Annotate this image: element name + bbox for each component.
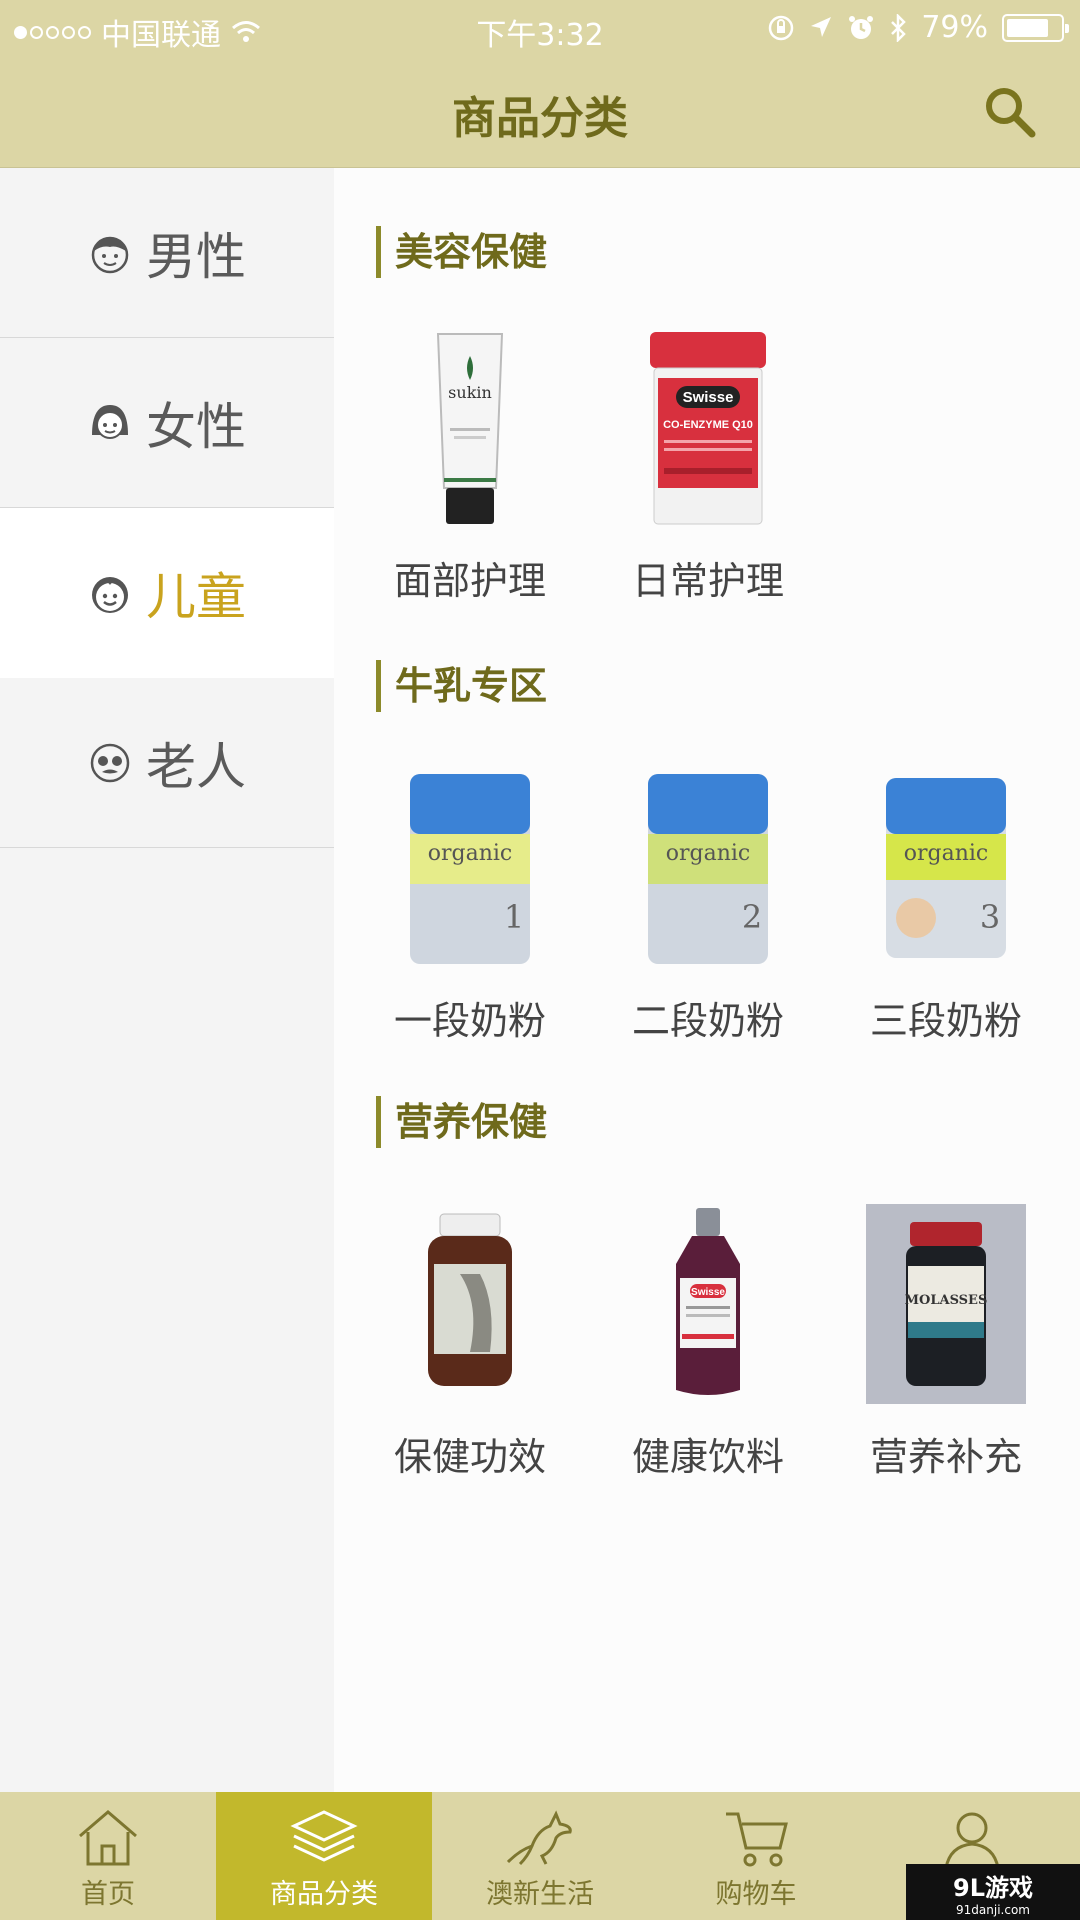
battery-icon bbox=[1002, 13, 1069, 42]
category-content: 美容保健 sukin 面部护理 Swisse CO-ENZYME Q10 日常护… bbox=[334, 168, 1080, 1792]
category-tile-label: 三段奶粉 bbox=[869, 999, 1022, 1043]
stage-number-text: 2 bbox=[742, 898, 762, 936]
layers-icon bbox=[290, 1810, 358, 1862]
category-tile-label: 二段奶粉 bbox=[631, 999, 784, 1043]
stage-number-text: 1 bbox=[504, 898, 524, 936]
search-icon[interactable] bbox=[980, 82, 1040, 142]
category-tile-label: 健康饮料 bbox=[631, 1435, 784, 1479]
kangaroo-icon bbox=[506, 1810, 572, 1866]
user-icon bbox=[944, 1812, 1000, 1869]
tab-label: 澳新生活 bbox=[486, 1879, 594, 1910]
cart-icon bbox=[726, 1812, 788, 1867]
home-icon bbox=[79, 1810, 137, 1866]
alarm-icon bbox=[849, 15, 874, 39]
product-brand-text: organic bbox=[666, 841, 751, 866]
product-name-text: CO-ENZYME Q10 bbox=[663, 419, 753, 431]
sidebar-item-female[interactable]: 女性 bbox=[0, 338, 334, 508]
category-tile-health-drink[interactable]: Swisse 健康饮料 bbox=[608, 1204, 808, 1481]
section-title-nutrition: 营养保健 bbox=[376, 1096, 547, 1148]
facial-scrub-image: sukin bbox=[370, 328, 570, 528]
product-brand-text: Swisse bbox=[683, 389, 734, 406]
category-tile-daily-care[interactable]: Swisse CO-ENZYME Q10 日常护理 bbox=[608, 328, 808, 605]
sidebar-item-label: 儿童 bbox=[146, 567, 246, 626]
sidebar-item-label: 男性 bbox=[146, 227, 246, 286]
tab-label: 首页 bbox=[81, 1879, 135, 1910]
tab-label: 商品分类 bbox=[270, 1879, 378, 1910]
category-tile-label: 营养补充 bbox=[869, 1435, 1022, 1479]
sidebar-item-label: 女性 bbox=[146, 397, 246, 456]
category-tile-label: 保健功效 bbox=[393, 1435, 546, 1479]
category-tile-label: 面部护理 bbox=[393, 559, 546, 603]
tab-home[interactable]: 首页 bbox=[0, 1792, 216, 1920]
woman-face-icon bbox=[92, 404, 128, 439]
elder-face-icon bbox=[90, 743, 130, 782]
product-brand-text: Swisse bbox=[691, 1287, 725, 1298]
sidebar-item-male[interactable]: 男性 bbox=[0, 168, 334, 338]
sidebar-item-elderly[interactable]: 老人 bbox=[0, 678, 334, 848]
sidebar-item-child[interactable]: 儿童 bbox=[0, 508, 334, 678]
swisse-drink-bottle-image: Swisse bbox=[608, 1204, 808, 1404]
product-brand-text: organic bbox=[904, 841, 989, 866]
category-sidebar: 男性 女性 儿童 老人 bbox=[0, 168, 334, 1792]
section-title-milk: 牛乳专区 bbox=[376, 660, 547, 712]
battery-percent: 79% bbox=[921, 10, 988, 45]
stage-number-text: 3 bbox=[980, 898, 1000, 936]
watermark-title: 9L游戏 bbox=[953, 1874, 1033, 1902]
product-brand-text: sukin bbox=[448, 383, 492, 402]
page-title: 商品分类 bbox=[452, 93, 628, 144]
molasses-jar-image: MOLASSES bbox=[846, 1204, 1046, 1404]
category-tile-label: 一段奶粉 bbox=[393, 999, 546, 1043]
formula-can-3-image: organic 3 bbox=[846, 768, 1046, 968]
category-tile-facial-care[interactable]: sukin 面部护理 bbox=[370, 328, 570, 605]
tab-label: 购物车 bbox=[715, 1879, 797, 1910]
section-title-beauty: 美容保健 bbox=[376, 226, 547, 278]
child-face-icon bbox=[92, 576, 128, 613]
category-tile-stage2-formula[interactable]: organic 2 二段奶粉 bbox=[608, 768, 808, 1045]
status-bar: 中国联通 下午3:32 79% bbox=[0, 0, 1080, 56]
category-tile-health-effect[interactable]: 保健功效 bbox=[370, 1204, 570, 1481]
tab-aunz-life[interactable]: 澳新生活 bbox=[432, 1792, 648, 1920]
site-watermark: 9L游戏 91danji.com bbox=[906, 1864, 1080, 1920]
rotation-lock-icon bbox=[769, 15, 794, 40]
category-tile-label: 日常护理 bbox=[631, 559, 784, 603]
category-tile-stage3-formula[interactable]: organic 3 三段奶粉 bbox=[846, 768, 1046, 1045]
sidebar-item-label: 老人 bbox=[146, 737, 246, 796]
product-name-text: MOLASSES bbox=[905, 1293, 988, 1308]
coenzyme-bottle-image: Swisse CO-ENZYME Q10 bbox=[608, 328, 808, 528]
nav-header: 商品分类 bbox=[0, 56, 1080, 168]
man-face-icon bbox=[91, 236, 129, 273]
formula-can-1-image: organic 1 bbox=[370, 768, 570, 968]
tab-categories[interactable]: 商品分类 bbox=[216, 1792, 432, 1920]
location-icon bbox=[811, 16, 832, 37]
formula-can-2-image: organic 2 bbox=[608, 768, 808, 968]
bluetooth-icon bbox=[891, 13, 907, 42]
category-tile-stage1-formula[interactable]: organic 1 一段奶粉 bbox=[370, 768, 570, 1045]
bottom-tab-bar: 首页 商品分类 澳新生活 购物车 9L游戏 91danji.com bbox=[0, 1792, 1080, 1920]
supplement-jar-image bbox=[370, 1204, 570, 1404]
tab-cart[interactable]: 购物车 bbox=[648, 1792, 864, 1920]
product-brand-text: organic bbox=[428, 841, 513, 866]
watermark-url: 91danji.com bbox=[956, 1903, 1030, 1917]
category-tile-nutrient-supplement[interactable]: MOLASSES 营养补充 bbox=[846, 1204, 1046, 1481]
